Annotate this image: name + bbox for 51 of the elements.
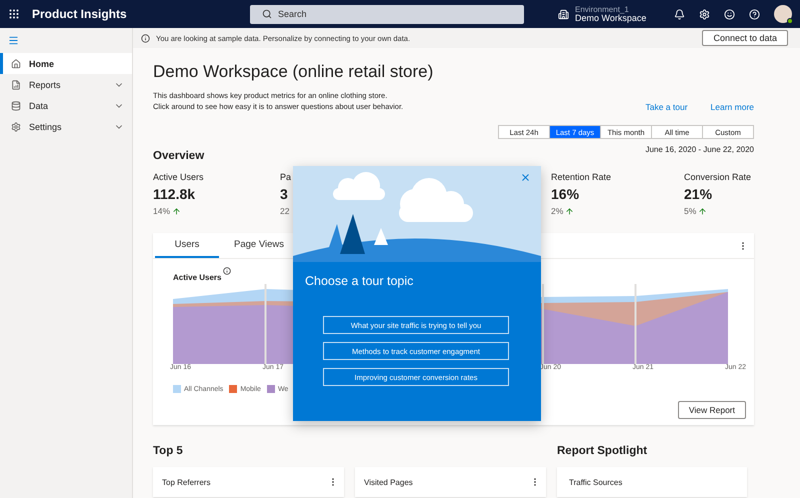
- view-report-button[interactable]: View Report: [678, 401, 746, 419]
- dialog-title: Choose a tour topic: [305, 274, 414, 288]
- search-icon: [262, 8, 272, 18]
- help-icon[interactable]: [749, 8, 760, 20]
- gear-icon: [11, 122, 21, 132]
- metric-label: Retention Rate: [551, 172, 612, 182]
- metric-value: 3: [280, 186, 289, 202]
- report-card[interactable]: Top Referrers: [153, 467, 344, 497]
- section-title: Top 5: [153, 445, 184, 457]
- page-title: Demo Workspace (online retail store): [153, 62, 434, 82]
- metric-change: 5%: [684, 206, 696, 216]
- environment-name: Environment_1: [575, 6, 630, 14]
- sidebar-item[interactable]: Data: [0, 95, 132, 116]
- smiley-icon[interactable]: [724, 8, 735, 20]
- search-field[interactable]: Search: [250, 4, 524, 24]
- link[interactable]: Learn more: [710, 102, 754, 112]
- report-card[interactable]: Visited Pages: [355, 467, 546, 497]
- close-icon[interactable]: [520, 172, 531, 183]
- metric-change: 22: [280, 206, 290, 216]
- sidebar-item[interactable]: Reports: [0, 74, 132, 95]
- metric-value: 21%: [684, 186, 714, 202]
- info-icon: [141, 34, 150, 42]
- app-launcher-icon[interactable]: [8, 8, 20, 20]
- tab[interactable]: Users: [155, 233, 219, 258]
- section-title: Overview: [153, 150, 206, 162]
- database-icon: [11, 100, 21, 110]
- metric-change: 2%: [551, 206, 564, 216]
- settings-icon[interactable]: [699, 8, 710, 20]
- building-icon: [558, 8, 569, 20]
- date-span: June 16, 2020 - June 22, 2020: [645, 145, 754, 154]
- info-icon: [223, 267, 232, 275]
- metric-change: 14%: [153, 206, 170, 216]
- document-chart-icon: [11, 80, 21, 90]
- section-title: Report Spotlight: [557, 445, 648, 457]
- metric-label: Active Users: [153, 172, 205, 182]
- bell-icon[interactable]: [674, 8, 685, 20]
- avatar[interactable]: [774, 5, 792, 23]
- metric-value: 16%: [551, 186, 580, 202]
- link[interactable]: Take a tour: [645, 102, 688, 112]
- report-card[interactable]: Traffic Sources: [557, 467, 747, 497]
- connect-button[interactable]: Connect to data: [702, 30, 788, 46]
- metric-value: 112.8k: [153, 186, 196, 202]
- metric-label: Pa: [280, 172, 292, 182]
- workspace-name[interactable]: Demo Workspace: [575, 14, 646, 22]
- chart-title: Active Users: [173, 273, 222, 282]
- sidebar-item[interactable]: Settings: [0, 116, 132, 137]
- metric-label: Conversion Rate: [684, 172, 752, 182]
- tab[interactable]: Page Views: [219, 233, 299, 258]
- sidebar-item[interactable]: Home: [0, 53, 132, 74]
- home-icon: [11, 58, 21, 68]
- app-title: Product Insights: [32, 7, 128, 21]
